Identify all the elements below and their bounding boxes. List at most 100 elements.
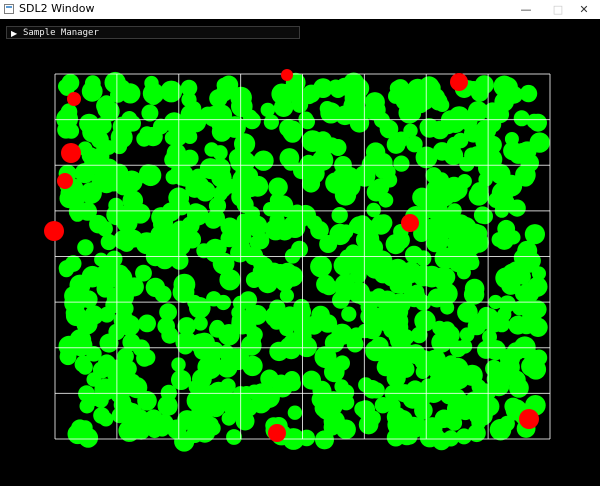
sample-point (425, 356, 448, 378)
sample-point (364, 92, 385, 113)
sample-point (364, 152, 383, 171)
sample-point (77, 420, 93, 436)
sample-point (197, 357, 218, 377)
sample-point (123, 278, 143, 297)
sample-point (217, 357, 238, 378)
sample-point (141, 104, 159, 122)
sample-point (298, 337, 314, 353)
sample-point (331, 323, 353, 345)
sample-point (239, 291, 258, 309)
sample-point (509, 378, 529, 398)
sample-point (220, 217, 240, 237)
sample-point (293, 298, 310, 316)
sample-point (457, 339, 473, 354)
sample-point (212, 186, 228, 202)
sample-point (263, 114, 279, 130)
sample-point (315, 430, 334, 450)
sample-point (329, 81, 347, 98)
sample-point (298, 429, 316, 447)
sample-point (235, 141, 251, 158)
triangle-right-icon[interactable]: ▶ (11, 28, 17, 39)
sample-point (415, 294, 432, 311)
sample-point (226, 429, 242, 445)
rejected-point (61, 143, 81, 163)
sample-point (395, 90, 415, 111)
sample-point (497, 307, 512, 322)
sample-point (79, 398, 95, 414)
sample-point (273, 97, 294, 118)
sample-point (473, 206, 492, 224)
sample-point (111, 138, 128, 155)
sample-point (220, 392, 240, 412)
sample-point (253, 150, 274, 171)
sample-point (161, 399, 178, 416)
sample-point (470, 182, 489, 200)
sample-point (184, 111, 207, 133)
sample-point (362, 380, 382, 399)
sample-point (77, 359, 93, 375)
sample-point (461, 364, 483, 386)
close-button[interactable]: ✕ (566, 0, 600, 19)
sample-point (329, 139, 347, 156)
sample-point (482, 329, 497, 345)
sample-point (464, 255, 480, 271)
sample-point (200, 342, 217, 359)
sample-point (391, 272, 413, 294)
sample-point (441, 248, 459, 266)
sample-point (383, 321, 401, 339)
sample-point (393, 155, 410, 172)
sample-point (464, 223, 486, 245)
sample-point (310, 255, 332, 278)
sample-point (334, 275, 354, 294)
sample-point (171, 369, 192, 390)
sample-point (385, 234, 406, 255)
sample-point (138, 314, 157, 333)
sample-point (440, 119, 456, 135)
sample-point (352, 257, 369, 273)
render-viewport[interactable]: ▶ Sample Manager (0, 19, 600, 486)
sample-point (187, 203, 205, 221)
sample-point (258, 386, 280, 409)
window-title: SDL2 Window (19, 2, 95, 15)
sample-point (426, 88, 446, 107)
sample-point (144, 75, 159, 91)
sample-point (65, 305, 87, 327)
sample-point (375, 214, 393, 232)
sample-point (491, 105, 510, 124)
sample-point (376, 290, 399, 313)
sample-point (515, 285, 532, 302)
sample-point (464, 124, 483, 143)
sample-point (349, 216, 368, 235)
sample-point (159, 303, 178, 322)
sample-point (427, 186, 446, 205)
sample-point (99, 333, 119, 353)
sample-manager-panel[interactable]: ▶ Sample Manager (6, 26, 300, 39)
sample-point (314, 346, 337, 369)
sample-point (447, 179, 468, 200)
sample-point (97, 273, 116, 292)
title-bar[interactable]: SDL2 Window — □ ✕ (0, 0, 600, 19)
sample-point (269, 212, 285, 228)
sample-point (403, 416, 425, 439)
sample-point (393, 131, 410, 148)
sample-point (189, 392, 208, 411)
rejected-point (268, 424, 286, 442)
sample-point (503, 141, 523, 161)
minimize-button[interactable]: — (508, 0, 544, 19)
sample-point (341, 306, 357, 322)
sample-point (434, 172, 449, 188)
sample-point (242, 167, 258, 184)
sample-point (529, 113, 547, 132)
sample-point (283, 371, 301, 388)
sample-point (221, 411, 237, 426)
sample-point (235, 229, 252, 246)
sample-point (358, 414, 379, 435)
sample-point (295, 204, 316, 226)
sample-point (161, 326, 179, 344)
sample-point (338, 394, 355, 411)
rejected-point (67, 92, 81, 106)
sample-point (210, 319, 225, 335)
rejected-point (450, 73, 468, 91)
sample-point (412, 265, 434, 287)
sample-point (135, 264, 152, 282)
